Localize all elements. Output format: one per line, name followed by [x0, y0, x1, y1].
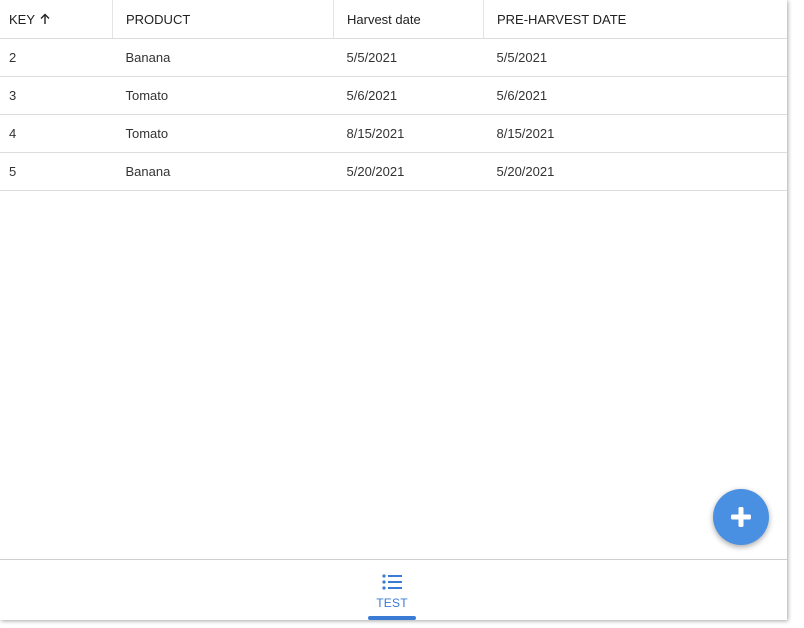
list-icon [382, 574, 402, 590]
column-header-key[interactable]: KEY [0, 0, 113, 39]
active-tab-indicator [368, 616, 416, 620]
cell-product: Tomato [112, 76, 334, 115]
data-table: KEY PRODUCT Harvest date PRE-HARVEST DAT… [0, 0, 787, 191]
column-header-product[interactable]: PRODUCT [112, 0, 334, 39]
tab-test-label: TEST [376, 596, 408, 610]
plus-icon [731, 507, 751, 527]
column-header-harvest-date-label: Harvest date [347, 11, 421, 27]
table-header-row: KEY PRODUCT Harvest date PRE-HARVEST DAT… [0, 0, 787, 39]
cell-key: 2 [0, 38, 113, 77]
column-header-harvest-date[interactable]: Harvest date [333, 0, 484, 39]
cell-product: Tomato [112, 114, 334, 153]
cell-pre-harvest-date: 8/15/2021 [483, 114, 787, 153]
table-row[interactable]: 4 Tomato 8/15/2021 8/15/2021 [0, 114, 787, 153]
cell-product: Banana [112, 38, 334, 77]
app-window: KEY PRODUCT Harvest date PRE-HARVEST DAT… [0, 0, 787, 620]
bottom-navigation: TEST [0, 559, 787, 620]
sort-ascending-icon [40, 13, 50, 24]
table-row[interactable]: 3 Tomato 5/6/2021 5/6/2021 [0, 76, 787, 115]
cell-harvest-date: 5/5/2021 [333, 38, 484, 77]
cell-pre-harvest-date: 5/5/2021 [483, 38, 787, 77]
cell-harvest-date: 5/6/2021 [333, 76, 484, 115]
table-row[interactable]: 5 Banana 5/20/2021 5/20/2021 [0, 152, 787, 191]
tab-test[interactable]: TEST [368, 560, 416, 620]
column-header-pre-harvest-date-label: PRE-HARVEST DATE [497, 11, 627, 27]
add-item-button[interactable] [713, 489, 769, 545]
cell-key: 4 [0, 114, 113, 153]
cell-harvest-date: 8/15/2021 [333, 114, 484, 153]
cell-pre-harvest-date: 5/20/2021 [483, 152, 787, 191]
column-header-pre-harvest-date[interactable]: PRE-HARVEST DATE [483, 0, 787, 39]
column-header-key-label: KEY [9, 11, 36, 27]
cell-pre-harvest-date: 5/6/2021 [483, 76, 787, 115]
cell-product: Banana [112, 152, 334, 191]
table-row[interactable]: 2 Banana 5/5/2021 5/5/2021 [0, 38, 787, 77]
cell-harvest-date: 5/20/2021 [333, 152, 484, 191]
column-header-product-label: PRODUCT [126, 11, 191, 27]
cell-key: 5 [0, 152, 113, 191]
cell-key: 3 [0, 76, 113, 115]
